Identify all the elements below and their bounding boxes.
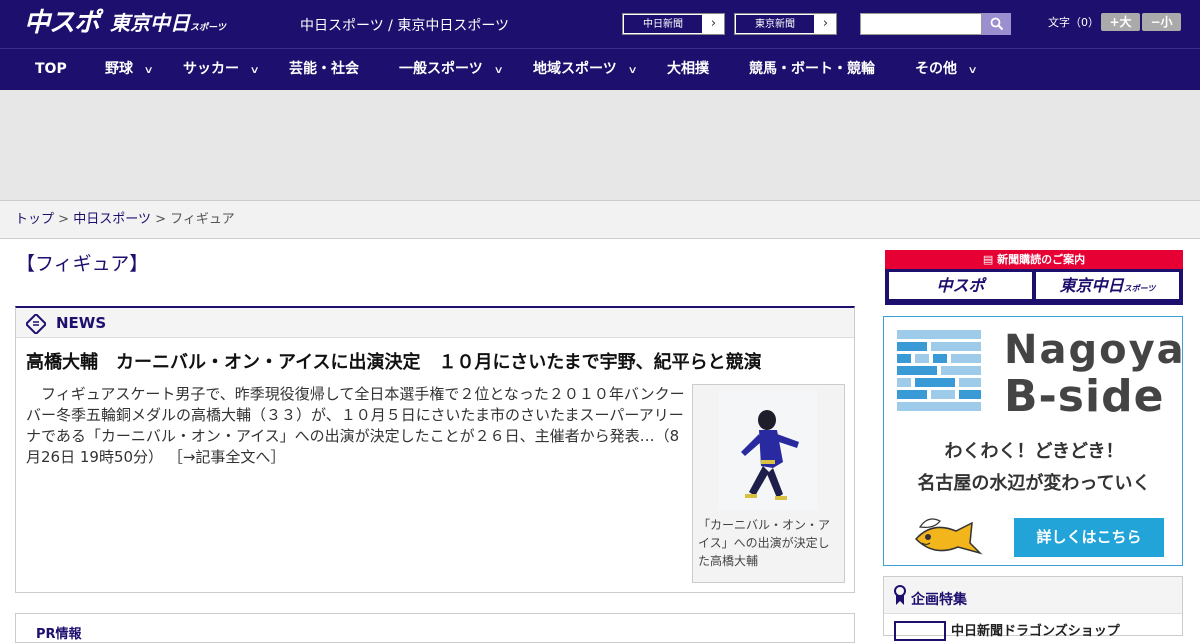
fish-mascot-icon [914,518,983,555]
news-heading: NEWS [56,314,107,332]
news-section: NEWS 高橋大輔 カーニバル・オン・アイスに出演決定 １０月にさいたまで宇野、… [15,306,855,593]
news-header: NEWS [16,308,854,338]
chevron-down-icon: ∨ [143,65,154,76]
chevron-down-icon: ∨ [249,65,260,76]
nav-item-label: 大相撲 [667,61,709,77]
news-headline-link[interactable]: 高橋大輔 カーニバル・オン・アイスに出演決定 １０月にさいたまで宇野、紀平らと競… [26,348,762,374]
bside-details-button[interactable]: 詳しくはこちら [1014,518,1164,557]
nav-item-label: 芸能・社会 [289,61,359,77]
chevron-right-icon: › [710,16,717,31]
tokyo-shimbun-link[interactable]: 東京新聞 › [734,13,837,35]
news-photo-card[interactable]: 「カーニバル・オン・アイス」への出演が決定した高橋大輔 [692,384,845,583]
subscribe-tokyo-label: 東京中日 [1059,276,1124,295]
text-size-decrease-button[interactable]: −小 [1142,13,1181,31]
pr-heading: PR情報 [36,627,82,642]
subscription-banner: ▤ 新聞購読のご案内 中スポ 東京中日スポーツ [885,250,1183,305]
news-lead: フィギュアスケート男子で、昨季現役復帰して全日本選手権で２位となった２０１０年バ… [26,384,686,468]
nav-item-label: 競馬・ボート・競輪 [749,61,875,77]
text-size-increase-button[interactable]: +大 [1101,13,1140,31]
pr-section: PR情報 [15,613,855,643]
tokyo-chunichi-logo[interactable]: 東京中日スポーツ [110,10,226,41]
bside-subtitle-1: わくわく！どきどき！ [944,441,1124,462]
nagoya-bside-ad[interactable]: Nagoya B-side わくわく！どきどき！ 名古屋の水辺が変わっていく 詳… [883,316,1186,566]
news-lead-text: フィギュアスケート男子で、昨季現役復帰して全日本選手権で２位となった２０１０年バ… [26,385,685,466]
nav-item-soccer[interactable]: サッカー ∨ [183,49,260,90]
read-more-link[interactable]: ［→記事全文へ］ [168,448,286,466]
ad-banner-area [0,90,1200,200]
breadcrumb-current: フィギュア [170,212,235,227]
nav-item-label: その他 [915,61,957,77]
subscribe-tokyo-chunichi-button[interactable]: 東京中日スポーツ [1036,272,1179,299]
nav-item-general-sports[interactable]: 一般スポーツ ∨ [399,49,504,90]
bside-subtitle-2: 名古屋の水辺が変わっていく [917,473,1151,494]
nav-item-label: 一般スポーツ [399,61,483,77]
search-input[interactable] [860,13,982,35]
nav-item-entertainment[interactable]: 芸能・社会 [289,49,359,90]
tokyo-logo-small: スポーツ [190,23,226,33]
bside-title-1: Nagoya [1004,327,1186,373]
top-header: 中スポ 東京中日スポーツ 中日スポーツ / 東京中日スポーツ 中日新聞 › 東京… [0,0,1200,48]
brick-wall-logo [897,330,981,411]
ribbon-icon [894,585,906,605]
feature-section: 企画特集 中日新聞ドラゴンズショップ [883,576,1183,641]
photo-caption: 「カーニバル・オン・アイス」への出演が決定した高橋大輔 [698,518,831,568]
feature-heading: 企画特集 [911,592,967,608]
nav-item-label: サッカー [183,61,239,77]
nav-item-other[interactable]: その他 ∨ [915,49,978,90]
chevron-right-icon: › [822,16,829,31]
feature-header: 企画特集 [884,577,1182,614]
paper-link-label: 中日新聞 [623,14,703,34]
chuspo-logo[interactable]: 中スポ [24,8,100,38]
nav-item-racing[interactable]: 競馬・ボート・競輪 [749,49,875,90]
search-icon [990,17,1003,31]
tokyo-logo-text: 東京中日 [110,11,190,35]
dragons-shop-thumbnail[interactable] [894,621,946,641]
text-size-label: 文字（0） [1048,16,1099,29]
bside-title-2: B-side [1004,371,1165,422]
newspaper-icon: ▤ [982,253,998,266]
nav-item-local-sports[interactable]: 地域スポーツ ∨ [533,49,638,90]
skater-figure-image [719,390,817,510]
subscription-title-text: 新聞購読のご案内 [997,253,1086,266]
chunichi-shimbun-link[interactable]: 中日新聞 › [622,13,725,35]
nav-item-label: 野球 [105,61,133,77]
breadcrumb: トップ > 中日スポーツ > フィギュア [0,200,1200,239]
chevron-down-icon: ∨ [627,65,638,76]
nav-item-top[interactable]: TOP [35,49,67,90]
breadcrumb-top-link[interactable]: トップ [15,212,54,227]
paper-link-label: 東京新聞 [735,14,815,34]
page-title: 【フィギュア】 [16,253,149,275]
chevron-down-icon: ∨ [967,65,978,76]
subscribe-chuspo-button[interactable]: 中スポ [889,272,1032,299]
nav-item-baseball[interactable]: 野球 ∨ [105,49,154,90]
subscribe-tokyo-small: スポーツ [1123,284,1156,293]
breadcrumb-separator: > [155,212,166,227]
chevron-down-icon: ∨ [493,65,504,76]
news-photo [719,390,817,510]
main-nav: TOP 野球 ∨ サッカー ∨ 芸能・社会 一般スポーツ ∨ 地域スポーツ ∨ 大相撲 … [0,48,1200,90]
breadcrumb-separator: > [58,212,70,227]
nav-item-sumo[interactable]: 大相撲 [667,49,709,90]
news-icon [26,314,46,334]
subscription-title: ▤ 新聞購読のご案内 [885,250,1183,269]
search-button[interactable] [982,13,1011,35]
nav-item-label: 地域スポーツ [533,61,617,77]
nav-item-label: TOP [35,61,67,77]
site-names: 中日スポーツ / 東京中日スポーツ [300,18,510,34]
breadcrumb-chuspo-link[interactable]: 中日スポーツ [73,212,151,227]
